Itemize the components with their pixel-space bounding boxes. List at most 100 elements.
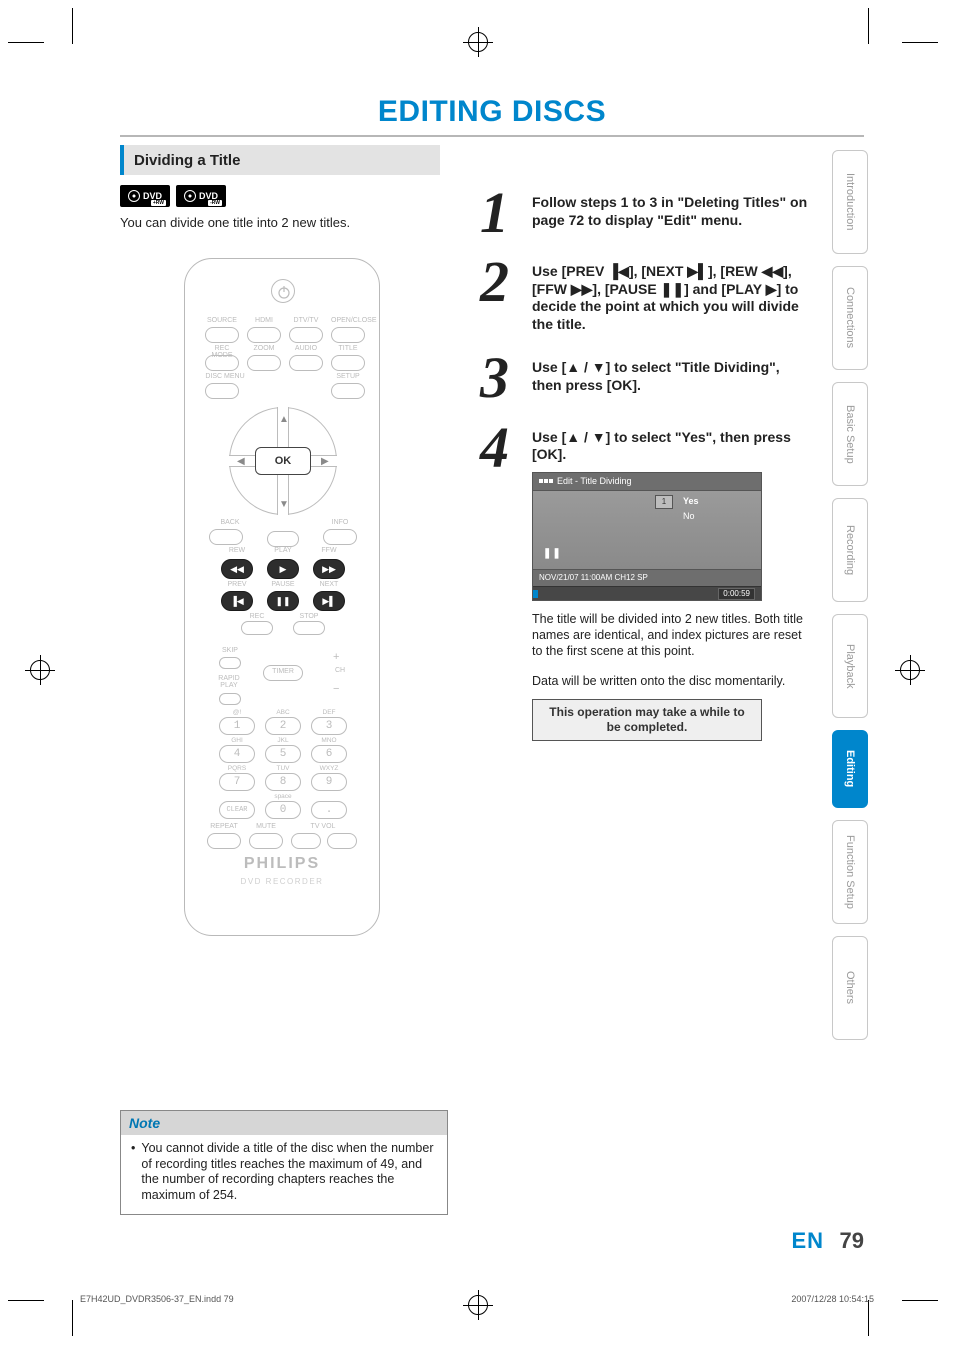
page-title: EDITING DISCS <box>120 95 864 129</box>
kp-dot: . <box>311 801 347 819</box>
btn-source <box>205 327 239 343</box>
edit-dialog: Edit - Title Dividing 1 Yes No ❚❚ NOV/21… <box>532 472 762 601</box>
label-info: INFO <box>325 519 355 526</box>
label-ffw: FFW <box>313 547 345 554</box>
kp-lab-3: DEF <box>311 709 347 716</box>
btn-rec <box>241 621 273 635</box>
btn-next: ▶▌ <box>313 591 345 611</box>
label-openclose: OPEN/CLOSE <box>331 317 365 324</box>
step-number: 3 <box>480 353 520 402</box>
step-text: Use [▲ / ▼] to select "Yes", then press … <box>532 423 810 742</box>
kp-lab-6: MNO <box>311 737 347 744</box>
label-prev: PREV <box>221 581 253 588</box>
section-heading: Dividing a Title <box>120 145 440 175</box>
label-ch: CH <box>325 667 355 674</box>
label-play: PLAY <box>267 547 299 554</box>
dialog-progress: 0:00:59 <box>533 586 761 600</box>
label-title: TITLE <box>331 345 365 352</box>
dvd-rw-plus-badge: DVD +RW <box>120 185 170 207</box>
intro-text: You can divide one title into 2 new titl… <box>120 215 350 230</box>
btn-skip <box>219 657 241 669</box>
kp-lab-space: space <box>265 793 301 800</box>
label-mute: MUTE <box>249 823 283 830</box>
tab-introduction[interactable]: Introduction <box>832 150 868 254</box>
note-title: Note <box>121 1111 447 1135</box>
dialog-yes: Yes <box>683 496 699 507</box>
btn-hdmi <box>247 327 281 343</box>
btn-return <box>267 531 299 547</box>
badge-sub: -RW <box>208 200 222 206</box>
btn-title <box>331 355 365 371</box>
arrow-up-icon: ▲ <box>279 414 289 425</box>
btn-setup <box>331 383 365 399</box>
label-pause: PAUSE <box>267 581 299 588</box>
down-icon: ▼ <box>592 359 606 375</box>
dialog-time: 0:00:59 <box>718 588 755 600</box>
disc-badges: DVD +RW DVD -RW <box>120 185 226 207</box>
label-discmenu: DISC MENU <box>205 373 245 380</box>
kp-3: 3 <box>311 717 347 735</box>
kp-2: 2 <box>265 717 301 735</box>
arrow-left-icon: ◀ <box>237 456 245 467</box>
play-icon: ▶ <box>766 281 777 297</box>
footer-page: 79 <box>840 1228 864 1254</box>
kp-6: 6 <box>311 745 347 763</box>
btn-openclose <box>331 327 365 343</box>
tab-function-setup[interactable]: Function Setup <box>832 820 868 924</box>
arrow-down-icon: ▼ <box>279 499 289 510</box>
label-zoom: ZOOM <box>247 345 281 352</box>
tab-connections[interactable]: Connections <box>832 266 868 370</box>
kp-4: 4 <box>219 745 255 763</box>
title-rule <box>120 135 864 137</box>
kp-0: 0 <box>265 801 301 819</box>
kp-clear: CLEAR <box>219 801 255 819</box>
kp-lab-9: WXYZ <box>311 765 347 772</box>
footer-lang: EN <box>791 1228 824 1254</box>
step-text: Use [PREV ▐◀], [NEXT ▶▌], [REW ◀◀], [FFW… <box>532 257 810 333</box>
dvd-rw-minus-badge: DVD -RW <box>176 185 226 207</box>
tab-recording[interactable]: Recording <box>832 498 868 602</box>
post-note-2: Data will be written onto the disc momen… <box>532 674 810 690</box>
dialog-progress-fill <box>533 590 538 598</box>
tab-others[interactable]: Others <box>832 936 868 1040</box>
menu-icon <box>539 479 553 483</box>
label-skip: SKIP <box>215 647 245 654</box>
up-icon: ▲ <box>566 359 580 375</box>
pause-icon: ❚❚ <box>661 281 684 297</box>
rew-icon: ◀◀ <box>762 263 784 279</box>
btn-discmenu <box>205 383 239 399</box>
kp-5: 5 <box>265 745 301 763</box>
note-text: You cannot divide a title of the disc wh… <box>141 1141 437 1204</box>
kp-9: 9 <box>311 773 347 791</box>
post-note-1: The title will be divided into 2 new tit… <box>532 611 810 660</box>
down-icon: ▼ <box>592 429 606 445</box>
badge-sub: +RW <box>151 200 166 206</box>
label-timer: TIMER <box>263 668 303 675</box>
step-text: Use [▲ / ▼] to select "Title Dividing", … <box>532 353 810 402</box>
tab-editing[interactable]: Editing <box>832 730 868 808</box>
step-number: 2 <box>480 257 520 333</box>
label-tvvol: TV VOL <box>293 823 353 830</box>
tab-playback[interactable]: Playback <box>832 614 868 718</box>
label-repeat: REPEAT <box>207 823 241 830</box>
dialog-no: No <box>683 511 695 522</box>
ffw-icon: ▶▶ <box>571 281 593 297</box>
dialog-title: Edit - Title Dividing <box>533 473 761 491</box>
label-dtvtv: DTV/TV <box>289 317 323 324</box>
label-rapid: RAPIDPLAY <box>211 675 247 689</box>
note-box: Note •You cannot divide a title of the d… <box>120 1110 448 1215</box>
brand-label: PHILIPS <box>185 855 379 873</box>
btn-audio <box>289 355 323 371</box>
tab-basic-setup[interactable]: Basic Setup <box>832 382 868 486</box>
btn-prev: ▐◀ <box>221 591 253 611</box>
label-rec: REC <box>241 613 273 620</box>
step-number: 4 <box>480 423 520 742</box>
kp-lab-7: PQRS <box>219 765 255 772</box>
brand-sublabel: DVD RECORDER <box>185 877 379 886</box>
btn-rapid <box>219 693 241 705</box>
btn-play: ▶ <box>267 559 299 579</box>
btn-rew: ◀◀ <box>221 559 253 579</box>
dialog-body: 1 Yes No ❚❚ <box>533 491 761 569</box>
step-2: 2 Use [PREV ▐◀], [NEXT ▶▌], [REW ◀◀], [F… <box>480 257 810 333</box>
remote-illustration: SOURCE HDMI DTV/TV OPEN/CLOSE REC MODE Z… <box>184 258 380 936</box>
